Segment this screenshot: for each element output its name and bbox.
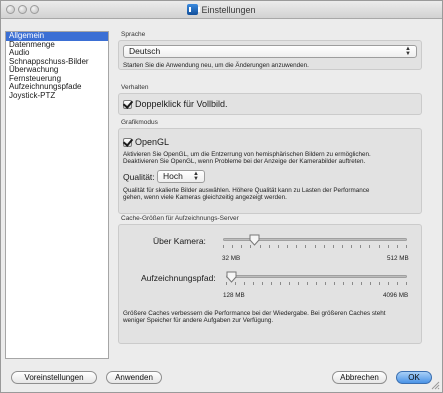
opengl-label: OpenGL <box>135 137 170 147</box>
slider-tick <box>370 282 371 285</box>
slider-tick <box>397 245 398 248</box>
language-group: Deutsch ▲ ▼ Starten Sie die Anwendung neu… <box>118 40 422 70</box>
language-section-label: Sprache <box>121 31 146 38</box>
slider-tick <box>342 245 343 248</box>
cache-hint-line-2: weniger Speicher für andere Aufgaben zur… <box>123 317 274 324</box>
slider-tick <box>262 282 263 285</box>
slider-tick <box>296 245 297 248</box>
quality-hint-line-2: gehen, wenn viele Kameras gleichzeitig a… <box>123 194 287 201</box>
camera-cache-max: 512 MB <box>387 255 409 262</box>
camera-cache-min: 32 MB <box>222 255 241 262</box>
preferences-window: Einstellungen Allgemein Datenmenge Audio… <box>0 0 443 393</box>
slider-tick <box>343 282 344 285</box>
recpath-cache-max: 4096 MB <box>383 292 409 299</box>
slider-tick <box>397 282 398 285</box>
slider-tick <box>305 245 306 248</box>
slider-tick <box>352 282 353 285</box>
resize-grip-icon[interactable] <box>430 380 440 390</box>
quality-select[interactable]: Hoch ▲ ▼ <box>157 170 205 183</box>
cancel-button[interactable]: Abbrechen <box>332 371 387 384</box>
window-title-area: Einstellungen <box>1 4 442 15</box>
slider-tick <box>388 282 389 285</box>
slider-tick <box>280 282 281 285</box>
recpath-cache-ticks <box>226 282 407 286</box>
slider-tick <box>271 282 272 285</box>
opengl-checkbox[interactable]: OpenGL <box>123 137 169 147</box>
camera-cache-slider-thumb[interactable] <box>249 234 260 246</box>
recpath-cache-slider-thumb[interactable] <box>226 271 237 283</box>
slider-tick <box>289 282 290 285</box>
apply-button[interactable]: Anwenden <box>106 371 162 384</box>
recpath-cache-min: 128 MB <box>223 292 245 299</box>
behavior-section-label: Verhalten <box>121 84 149 91</box>
slider-tick <box>379 282 380 285</box>
doubleclick-label: Doppelklick für Vollbild. <box>135 99 228 109</box>
slider-tick <box>361 282 362 285</box>
sidebar-item-joystick[interactable]: Joystick-PTZ <box>6 91 108 101</box>
camera-cache-label: Über Kamera: <box>153 236 206 246</box>
graphics-section-label: Grafikmodus <box>121 119 158 126</box>
slider-tick <box>244 282 245 285</box>
slider-tick <box>223 245 224 248</box>
select-arrows-icon: ▲ ▼ <box>193 171 199 182</box>
defaults-button[interactable]: Voreinstellungen <box>11 371 97 384</box>
window-title: Einstellungen <box>201 5 256 15</box>
slider-tick <box>360 245 361 248</box>
slider-tick <box>325 282 326 285</box>
recpath-cache-track[interactable] <box>226 275 407 278</box>
slider-tick <box>241 245 242 248</box>
slider-tick <box>406 282 407 285</box>
slider-tick <box>333 245 334 248</box>
app-icon <box>187 4 201 15</box>
slider-tick <box>351 245 352 248</box>
slider-tick <box>324 245 325 248</box>
select-arrows-icon: ▲ ▼ <box>405 46 411 57</box>
settings-category-list[interactable]: Allgemein Datenmenge Audio Schnappschuss… <box>5 31 109 359</box>
quality-selected-value: Hoch <box>163 171 183 181</box>
opengl-hint-line-2: Deaktivieren Sie OpenGL, wenn Probleme b… <box>123 158 366 165</box>
slider-tick <box>278 245 279 248</box>
behavior-group: Doppelklick für Vollbild. <box>118 93 422 115</box>
slider-tick <box>379 245 380 248</box>
slider-tick <box>316 282 317 285</box>
language-selected-value: Deutsch <box>129 46 161 56</box>
ok-button[interactable]: OK <box>396 371 432 384</box>
graphics-group: OpenGL Aktivieren Sie OpenGL, um die Ent… <box>118 128 422 214</box>
slider-tick <box>334 282 335 285</box>
recpath-cache-label: Aufzeichnungspfad: <box>141 273 216 283</box>
slider-tick <box>287 245 288 248</box>
title-bar: Einstellungen <box>1 1 442 19</box>
slider-tick <box>298 282 299 285</box>
slider-tick <box>253 282 254 285</box>
slider-tick <box>307 282 308 285</box>
cache-group: Über Kamera: 32 MB 512 MB Aufzeichnungsp… <box>118 224 422 344</box>
slider-tick <box>260 245 261 248</box>
slider-tick <box>269 245 270 248</box>
slider-tick <box>369 245 370 248</box>
slider-tick <box>406 245 407 248</box>
language-hint: Starten Sie die Anwendung neu, um die Än… <box>123 62 309 69</box>
slider-tick <box>315 245 316 248</box>
checkbox-checked-icon <box>123 137 132 147</box>
slider-tick <box>232 245 233 248</box>
slider-tick <box>388 245 389 248</box>
cache-section-label: Cache-Größen für Aufzeichnungs-Server <box>121 215 239 222</box>
quality-label: Qualität: <box>123 172 155 182</box>
checkbox-checked-icon <box>123 99 132 109</box>
doubleclick-fullscreen-checkbox[interactable]: Doppelklick für Vollbild. <box>123 99 228 109</box>
settings-panel: Sprache Deutsch ▲ ▼ Starten Sie die Anwen… <box>118 29 426 359</box>
language-select[interactable]: Deutsch ▲ ▼ <box>123 45 417 58</box>
